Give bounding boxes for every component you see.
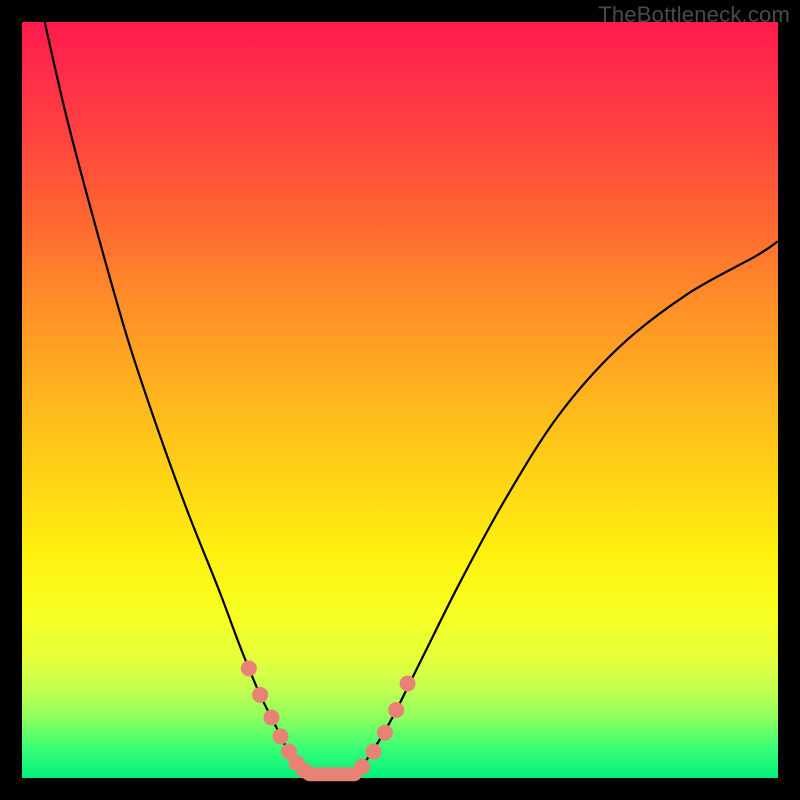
bead-point xyxy=(241,660,257,676)
beads-right xyxy=(354,676,415,775)
right-curve xyxy=(355,241,778,774)
plot-area xyxy=(22,22,778,778)
bead-point xyxy=(388,702,404,718)
bead-point xyxy=(296,762,312,778)
bead-point xyxy=(273,728,289,744)
chart-svg xyxy=(22,22,778,778)
chart-frame: TheBottleneck.com xyxy=(0,0,800,800)
bead-point xyxy=(354,759,370,775)
bead-point xyxy=(377,725,393,741)
left-curve xyxy=(45,22,310,774)
bead-point xyxy=(400,676,416,692)
bead-point xyxy=(366,744,382,760)
beads-left xyxy=(241,660,312,778)
bead-point xyxy=(252,687,268,703)
bead-point xyxy=(263,710,279,726)
